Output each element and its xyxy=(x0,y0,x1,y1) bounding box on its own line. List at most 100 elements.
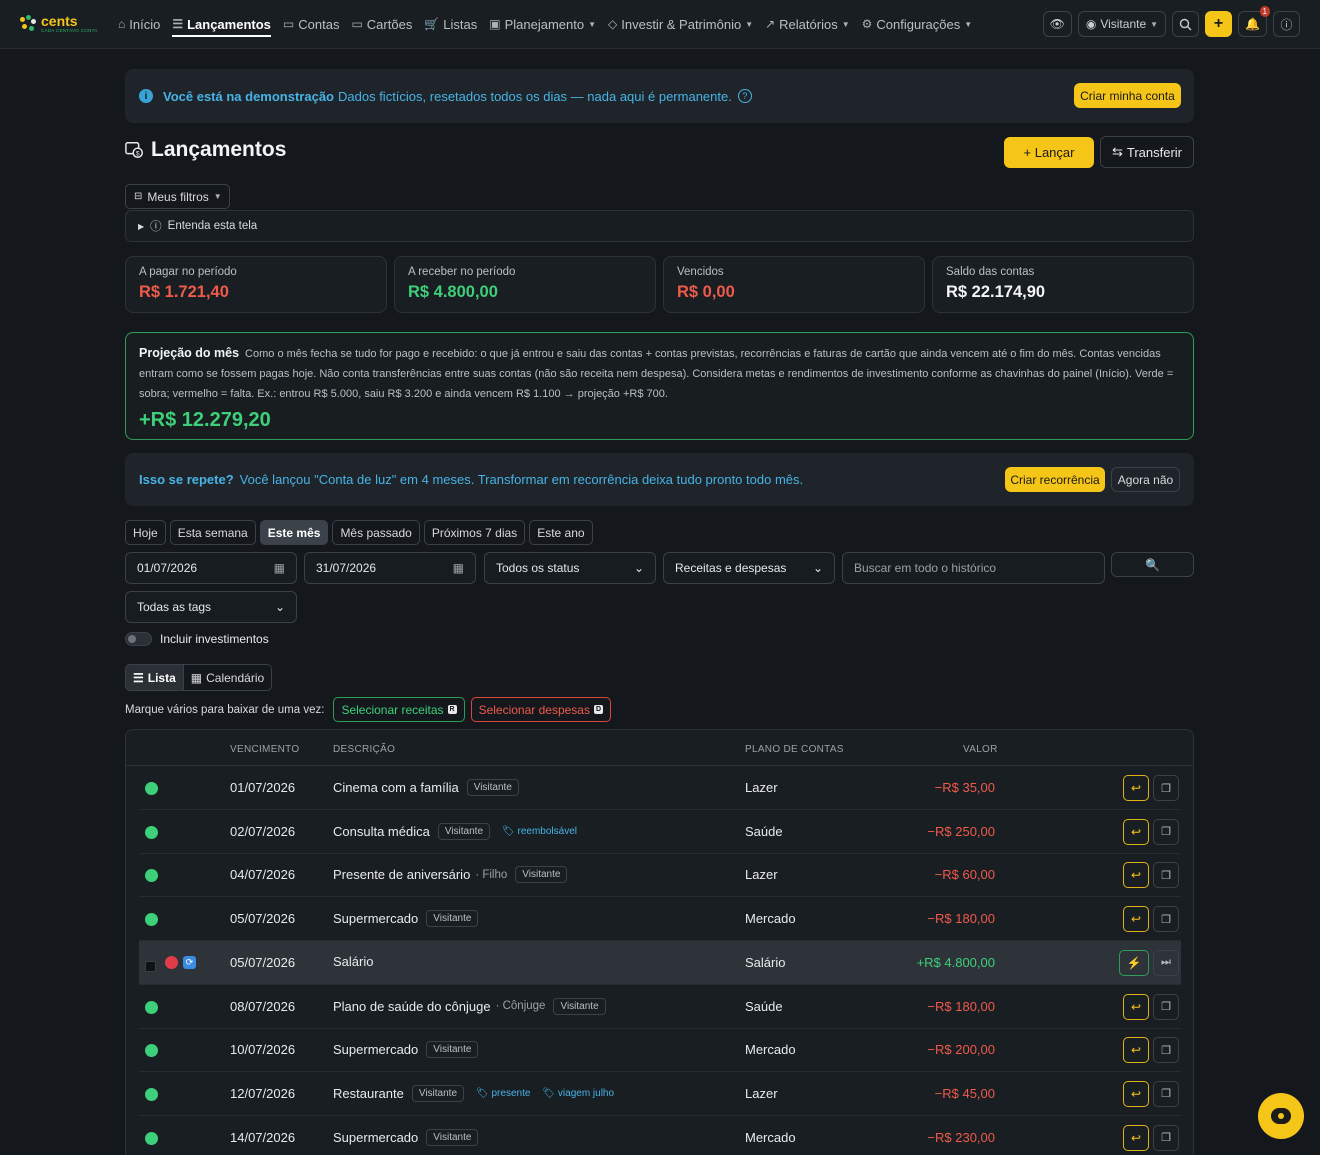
chevron-down-icon: ▼ xyxy=(841,19,850,29)
page-header: $ Lançamentos xyxy=(125,138,286,162)
create-account-button[interactable]: Criar minha conta xyxy=(1074,83,1181,108)
nav-item-4[interactable]: 🛒 Listas xyxy=(424,0,477,49)
search-button[interactable] xyxy=(1172,11,1200,37)
nav-item-5[interactable]: ▣ Planejamento ▼ xyxy=(489,0,596,49)
nav-item-6[interactable]: ◇ Investir & Patrimônio ▼ xyxy=(608,0,753,49)
status-select[interactable]: Todos os status ⌄ xyxy=(484,552,656,584)
nav-item-0[interactable]: ⌂ Início xyxy=(118,0,160,49)
launch-button[interactable]: + Lançar xyxy=(1004,137,1094,168)
row-description-text: Supermercado xyxy=(333,911,419,927)
table-row[interactable]: 05/07/2026 Supermercado Visitante Mercado −R… xyxy=(139,897,1181,942)
search-icon: 🔍 xyxy=(1145,557,1160,572)
receipt-icon: $ xyxy=(125,142,143,158)
include-investments-row: Incluir investimentos xyxy=(125,632,269,646)
date-to-input[interactable]: 31/07/2026 ▦ xyxy=(304,552,476,584)
header-plan[interactable]: PLANO DE CONTAS xyxy=(745,744,844,755)
row-plan: Mercado xyxy=(745,1042,796,1058)
period-tab-4[interactable]: Próximos 7 dias xyxy=(423,520,526,545)
user-menu-button[interactable]: ◉ Visitante ▼ xyxy=(1077,11,1167,37)
tab-calendar[interactable]: ▦ Calendário xyxy=(184,665,271,690)
nav-item-8[interactable]: ⚙ Configurações ▼ xyxy=(862,0,973,49)
date-from-input[interactable]: 01/07/2026 ▦ xyxy=(125,552,297,584)
quick-add-button[interactable]: + xyxy=(1205,11,1233,37)
list-icon: ☰ xyxy=(133,670,144,685)
period-tab-2[interactable]: Este mês xyxy=(259,520,329,545)
nav-item-3[interactable]: ▭ Cartões xyxy=(351,0,412,49)
undo-payment-button[interactable]: ↩ xyxy=(1123,775,1149,801)
undo-payment-button[interactable]: ↩ xyxy=(1123,906,1149,933)
row-checkbox[interactable] xyxy=(145,960,156,972)
notifications-button[interactable]: 🔔 1 xyxy=(1238,6,1270,37)
tag-chip[interactable]: 🏷 reembolsável xyxy=(502,826,577,837)
chevron-down-icon: ▼ xyxy=(745,19,754,29)
nav-item-7[interactable]: ↗ Relatórios ▼ xyxy=(765,0,850,49)
header-value[interactable]: VALOR xyxy=(963,744,998,755)
duplicate-button[interactable]: ❐ xyxy=(1153,993,1179,1020)
table-row[interactable]: 04/07/2026 Presente de aniversário · Filho… xyxy=(139,853,1181,898)
tag-chip[interactable]: 🏷 presente xyxy=(476,1088,530,1099)
gem-icon: ◇ xyxy=(608,17,618,31)
header-description[interactable]: DESCRIÇÃO xyxy=(333,744,395,755)
tags-value: Todas as tags xyxy=(137,600,212,614)
mark-received-button[interactable]: ⚡ xyxy=(1119,949,1149,976)
table-row[interactable]: 02/07/2026 Consulta médica Visitante 🏷 reem… xyxy=(139,810,1181,854)
undo-icon: ↩ xyxy=(1130,912,1142,927)
type-select[interactable]: Receitas e despesas ⌄ xyxy=(663,552,835,584)
duplicate-button[interactable]: ❐ xyxy=(1153,1037,1179,1064)
swap-icon: ⇆ xyxy=(1111,144,1123,159)
table-row[interactable]: 10/07/2026 Supermercado Visitante Mercado −R… xyxy=(139,1028,1181,1073)
logo[interactable]: cents CADA CENTAVO CONTA xyxy=(20,14,98,34)
duplicate-button[interactable]: ❐ xyxy=(1153,818,1179,845)
undo-payment-button[interactable]: ↩ xyxy=(1123,1037,1149,1064)
tags-select[interactable]: Todas as tags ⌄ xyxy=(125,591,297,623)
period-tab-3[interactable]: Mês passado xyxy=(332,520,420,545)
nav-item-1[interactable]: ☰ Lançamentos xyxy=(172,0,271,49)
table-row[interactable]: 14/07/2026 Supermercado Visitante Mercado −R… xyxy=(139,1116,1181,1155)
include-investments-toggle[interactable] xyxy=(125,632,152,646)
create-recurrence-button[interactable]: Criar recorrência xyxy=(1005,467,1105,492)
tab-list[interactable]: ☰ Lista xyxy=(126,665,184,690)
table-row[interactable]: ⟳ 05/07/2026 Salário Salário +R$ 4.800,00 ⚡ ⏭ xyxy=(139,940,1181,985)
chevron-down-icon: ▼ xyxy=(588,19,597,29)
row-description: Restaurante Visitante 🏷 presente 🏷 viagem j… xyxy=(333,1084,614,1102)
chat-button[interactable] xyxy=(1258,1093,1304,1139)
select-income-button[interactable]: Selecionar receitas R xyxy=(333,697,465,722)
my-filters-dropdown[interactable]: ⊟ Meus filtros ▼ xyxy=(125,184,230,209)
undo-icon: ↩ xyxy=(1130,999,1142,1014)
search-input[interactable]: Buscar em todo o histórico xyxy=(842,552,1105,584)
skip-button[interactable]: ⏭ xyxy=(1153,949,1179,976)
dismiss-button[interactable]: Agora não xyxy=(1111,467,1180,492)
transfer-button[interactable]: ⇆ Transferir xyxy=(1100,136,1194,168)
table-row[interactable]: 01/07/2026 Cinema com a família Visitante L… xyxy=(139,766,1181,810)
eye-toggle-button[interactable]: 👁 xyxy=(1042,11,1072,37)
help-icon[interactable]: ? xyxy=(737,89,752,103)
period-tab-1[interactable]: Esta semana xyxy=(169,520,256,545)
tag-chip[interactable]: 🏷 viagem julho xyxy=(542,1088,614,1099)
header-due[interactable]: VENCIMENTO xyxy=(230,744,300,755)
status-paid-dot xyxy=(145,1087,158,1101)
owner-badge: Visitante xyxy=(553,997,606,1015)
duplicate-button[interactable]: ❐ xyxy=(1153,1080,1179,1107)
table-row[interactable]: 08/07/2026 Plano de saúde do cônjuge · Côn… xyxy=(139,985,1181,1029)
undo-payment-button[interactable]: ↩ xyxy=(1123,993,1149,1020)
duplicate-button[interactable]: ❐ xyxy=(1153,862,1179,889)
search-submit-button[interactable]: 🔍 xyxy=(1111,552,1194,577)
status-value: Todos os status xyxy=(496,561,580,575)
info-button[interactable]: ⓘ xyxy=(1273,11,1300,37)
period-tab-0[interactable]: Hoje xyxy=(125,520,166,545)
undo-payment-button[interactable]: ↩ xyxy=(1123,862,1149,889)
undo-payment-button[interactable]: ↩ xyxy=(1123,1124,1149,1151)
undo-payment-button[interactable]: ↩ xyxy=(1123,818,1149,845)
duplicate-button[interactable]: ❐ xyxy=(1153,906,1179,933)
row-value: −R$ 200,00 xyxy=(927,1042,995,1058)
understand-screen-toggle[interactable]: ▶ ⓘ Entenda esta tela xyxy=(125,210,1194,242)
nav-item-2[interactable]: ▭ Contas xyxy=(283,0,340,49)
duplicate-button[interactable]: ❐ xyxy=(1153,1124,1179,1151)
duplicate-button[interactable]: ❐ xyxy=(1153,775,1179,801)
period-tab-5[interactable]: Este ano xyxy=(529,520,593,545)
projection-text: Como o mês fecha se tudo for pago e rece… xyxy=(139,348,1174,400)
bookmark-icon: ⊟ xyxy=(134,191,143,202)
table-row[interactable]: 12/07/2026 Restaurante Visitante 🏷 presente… xyxy=(139,1072,1181,1116)
undo-payment-button[interactable]: ↩ xyxy=(1123,1080,1149,1107)
select-expense-button[interactable]: Selecionar despesas D xyxy=(470,697,612,722)
